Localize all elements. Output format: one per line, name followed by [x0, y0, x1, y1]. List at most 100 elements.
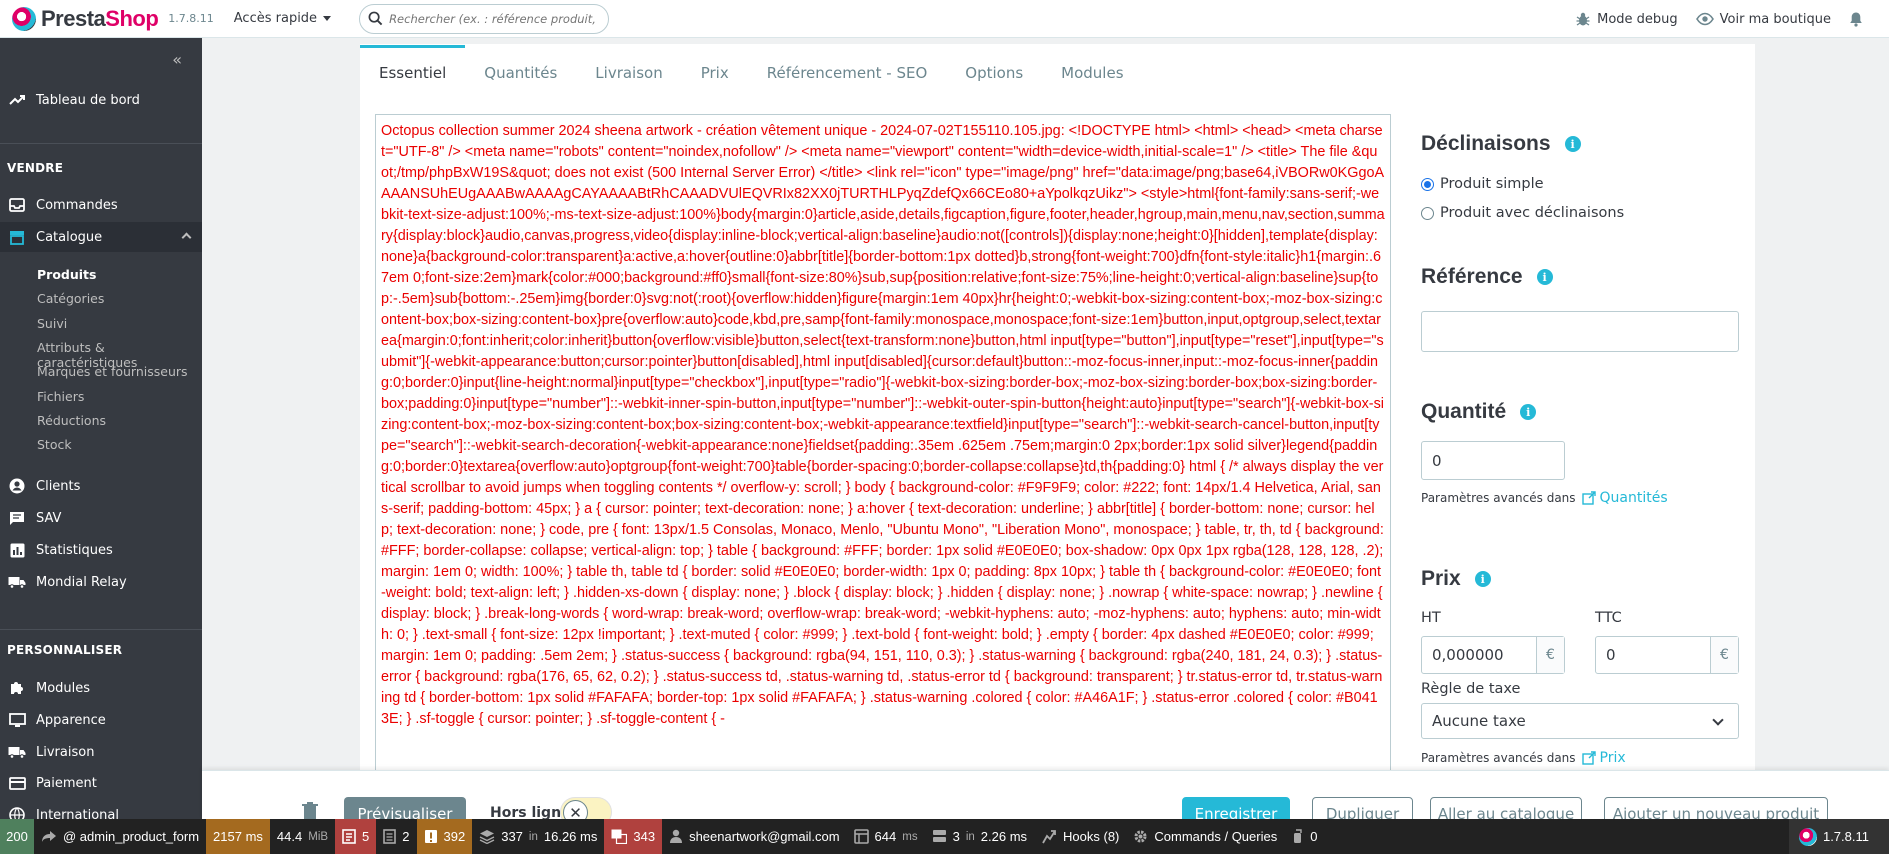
security-panel[interactable]: sheenartwork@gmail.com	[662, 819, 846, 854]
sidebar-item-customers[interactable]: Clients	[0, 471, 202, 501]
symfony-version: 1.7.8.11	[1822, 829, 1869, 844]
route-panel[interactable]: @ admin_product_form	[34, 819, 206, 854]
price-ht-input[interactable]: 0,000000 €	[1421, 636, 1565, 674]
prestashop-logo[interactable]: PrestaShop 1.7.8.11	[12, 6, 214, 32]
radio-button[interactable]	[1421, 206, 1434, 220]
preview-button[interactable]: Prévisualiser	[344, 797, 466, 819]
go-to-catalog-button[interactable]: Aller au catalogue	[1430, 797, 1582, 819]
radio-product-variants[interactable]: Produit avec déclinaisons	[1421, 205, 1624, 221]
price-ttc-input[interactable]: 0 €	[1595, 636, 1739, 674]
trash-icon[interactable]	[302, 802, 318, 819]
sidebar-item-shipping[interactable]: Livraison	[0, 737, 202, 767]
upload-error-message: Octopus collection summer 2024 sheena ar…	[381, 123, 1385, 727]
sidebar-item-dashboard[interactable]: Tableau de bord	[0, 85, 202, 115]
bell-icon	[1850, 12, 1862, 27]
chevron-down-icon	[1712, 714, 1724, 726]
reference-input[interactable]	[1421, 311, 1739, 352]
sidebar-item-mondial-relay[interactable]: Mondial Relay	[0, 567, 202, 597]
price-link[interactable]: Prix	[1581, 750, 1626, 766]
logs-panel[interactable]: 2	[376, 819, 416, 854]
tab-livraison[interactable]: Livraison	[576, 64, 681, 102]
symfony-debug-toolbar: 200 @ admin_product_form 2157 ms 44.4 Mi…	[0, 819, 1889, 854]
tab-options[interactable]: Options	[946, 64, 1042, 102]
notifications-button[interactable]	[1849, 11, 1863, 27]
forms-panel[interactable]: 5	[335, 819, 377, 854]
bar-chart-icon	[8, 541, 26, 559]
sidebar-item-payment[interactable]: Paiement	[0, 768, 202, 798]
quick-access-label: Accès rapide	[233, 11, 318, 26]
description-editor[interactable]: Octopus collection summer 2024 sheena ar…	[375, 114, 1391, 774]
sidebar-subitem-tracking[interactable]: Suivi	[37, 316, 67, 331]
warnings-panel[interactable]: 392	[416, 819, 473, 854]
translations-count: 343	[633, 829, 656, 844]
translations-panel[interactable]: 343	[604, 819, 663, 854]
cache-panel[interactable]: 3 in 2.26 ms	[925, 819, 1034, 854]
sidebar-subitem-stock[interactable]: Stock	[37, 437, 72, 452]
radio-button-checked[interactable]	[1421, 177, 1434, 191]
quantity-input[interactable]: 0	[1421, 441, 1565, 480]
sidebar-item-orders[interactable]: Commandes	[0, 190, 202, 220]
currency-addon: €	[1536, 637, 1564, 673]
commands-label: Commands / Queries	[1154, 829, 1278, 844]
search-box[interactable]	[359, 3, 610, 34]
sidebar-item-appearance[interactable]: Apparence	[0, 705, 202, 735]
info-icon[interactable]: i	[1564, 136, 1581, 152]
database-panel[interactable]: 337 in 16.26 ms	[472, 819, 604, 854]
server-icon	[932, 830, 946, 842]
fire-extinguisher-icon	[1294, 829, 1302, 843]
sidebar-subitem-files[interactable]: Fichiers	[37, 389, 84, 404]
search-input[interactable]	[389, 11, 600, 26]
info-icon[interactable]: i	[1536, 269, 1553, 285]
tab-seo[interactable]: Référencement - SEO	[748, 64, 947, 102]
tab-prix[interactable]: Prix	[682, 64, 748, 102]
prestashop-version-panel[interactable]: 1.7.8.11	[1788, 819, 1889, 854]
info-icon[interactable]: i	[1520, 404, 1537, 420]
debug-mode-link[interactable]: Mode debug	[1575, 11, 1678, 27]
hooks-label: Hooks (8)	[1063, 829, 1120, 844]
tab-modules[interactable]: Modules	[1042, 64, 1142, 102]
add-new-product-button[interactable]: Ajouter un nouveau produit	[1604, 797, 1828, 819]
sidebar-nav: « Tableau de bord VENDRE Commandes Catal…	[0, 38, 202, 854]
tab-quantites[interactable]: Quantités	[465, 64, 576, 102]
time-panel[interactable]: 2157 ms	[206, 819, 270, 854]
modules-panel[interactable]: 0	[1284, 819, 1324, 854]
cache-in: in	[965, 830, 975, 843]
commands-panel[interactable]: Commands / Queries	[1126, 819, 1284, 854]
info-icon[interactable]: i	[1474, 571, 1491, 587]
twig-panel[interactable]: 644 ms	[847, 819, 925, 854]
sidebar-item-label: Livraison	[36, 744, 95, 760]
sidebar-divider	[0, 629, 202, 630]
online-toggle[interactable]: ✕	[560, 797, 612, 819]
sidebar-subitem-brands[interactable]: Marques et fournisseurs	[37, 364, 188, 379]
tab-essentiel[interactable]: Essentiel	[360, 45, 466, 102]
sidebar-item-sav[interactable]: SAV	[0, 503, 202, 533]
memory-panel[interactable]: 44.4 MiB	[270, 819, 335, 854]
view-shop-link[interactable]: Voir ma boutique	[1695, 12, 1831, 27]
modules-count: 0	[1310, 829, 1318, 844]
collapse-menu-icon[interactable]: «	[172, 50, 182, 69]
sidebar-item-label: SAV	[36, 510, 62, 526]
sidebar-subitem-discounts[interactable]: Réductions	[37, 413, 106, 428]
duplicate-button[interactable]: Dupliquer	[1312, 797, 1413, 819]
tax-rule-value: Aucune taxe	[1432, 712, 1526, 730]
memory-value: 44.4	[276, 829, 303, 844]
sidebar-item-catalog[interactable]: Catalogue	[0, 222, 202, 252]
hook-icon	[1042, 830, 1056, 844]
sidebar-subitem-categories[interactable]: Catégories	[37, 291, 104, 306]
radio-simple-product[interactable]: Produit simple	[1421, 176, 1544, 192]
quick-access-dropdown[interactable]: Accès rapide	[233, 11, 332, 26]
sidebar-subitem-products[interactable]: Produits	[37, 267, 96, 282]
store-icon	[8, 228, 26, 246]
sidebar-item-modules[interactable]: Modules	[0, 673, 202, 703]
quantities-link[interactable]: Quantités	[1581, 490, 1668, 506]
tax-rule-select[interactable]: Aucune taxe	[1421, 703, 1739, 739]
product-footer-bar: Prévisualiser Hors ligne ✕ Enregistrer D…	[202, 770, 1889, 819]
save-button[interactable]: Enregistrer	[1182, 797, 1290, 819]
advanced-params-label: Paramètres avancés dans	[1421, 491, 1576, 505]
hooks-panel[interactable]: Hooks (8)	[1034, 819, 1126, 854]
sidebar-item-stats[interactable]: Statistiques	[0, 535, 202, 565]
status-code[interactable]: 200	[0, 819, 34, 854]
gear-icon	[1134, 830, 1147, 843]
price-title: Prix	[1421, 567, 1461, 590]
logs-count: 2	[402, 829, 410, 844]
